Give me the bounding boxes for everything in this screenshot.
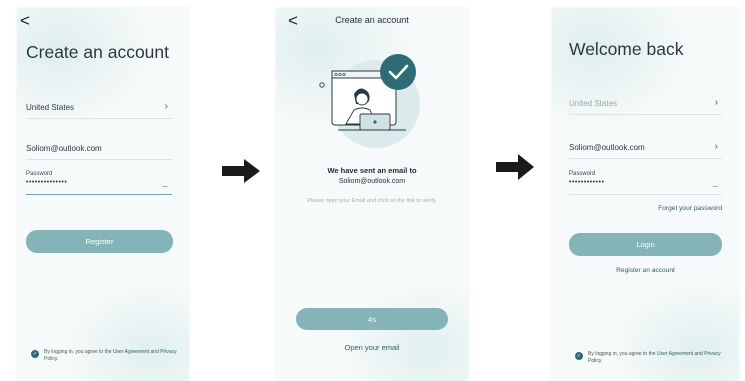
email-field[interactable]: Soliom@outlook.com › (569, 134, 722, 159)
eye-closed-icon[interactable]: ⌣ (162, 181, 168, 192)
login-button[interactable]: Login (569, 233, 722, 256)
password-field[interactable]: Password •••••••••••••• ⌣ (26, 167, 172, 195)
agreement-notice: ✓ By logging in, you agree to the User A… (575, 351, 721, 364)
email-sent-screen: < Create an account We have sent an emai… (276, 8, 468, 381)
check-icon[interactable]: ✓ (31, 350, 39, 358)
eye-closed-icon[interactable]: ⌣ (712, 181, 718, 192)
email-value: Soliom@outlook.com (569, 143, 645, 152)
back-arrow-icon[interactable]: < (20, 12, 30, 29)
email-field[interactable]: Soliom@outlook.com (26, 135, 172, 160)
password-label: Password (26, 171, 53, 177)
open-email-link[interactable]: Open your email (276, 343, 468, 352)
password-value: •••••••••••• (569, 179, 605, 186)
email-sent-illustration (319, 54, 420, 148)
chevron-right-icon: › (714, 141, 718, 152)
user-agreement-link[interactable]: User Agreement (113, 349, 149, 355)
country-value: United States (569, 99, 618, 108)
flow-arrow-icon (496, 154, 534, 180)
email-value: Soliom@outlook.com (26, 144, 102, 153)
flow-arrow-icon (222, 159, 260, 183)
create-account-screen: < Create an account United States › Soli… (17, 8, 189, 381)
sent-email: Soliom@outlook.com (338, 178, 406, 185)
page-title: Create an account (26, 42, 170, 62)
verify-hint: Please open your Email and click on the … (307, 198, 437, 204)
login-screen: Welcome back United States › Soliom@outl… (552, 8, 739, 381)
register-account-link[interactable]: Register an account (552, 267, 739, 274)
chevron-right-icon: › (714, 97, 718, 108)
password-field[interactable]: Password •••••••••••• ⌣ (569, 168, 722, 195)
password-value: •••••••••••••• (26, 179, 68, 186)
forgot-password-link[interactable]: Forget your password (658, 205, 722, 212)
password-label: Password (569, 171, 596, 177)
check-icon[interactable]: ✓ (575, 352, 583, 360)
register-button[interactable]: Register (26, 230, 173, 253)
page-title: Welcome back (569, 39, 684, 59)
user-agreement-link[interactable]: User Agreement (657, 351, 693, 357)
country-select[interactable]: United States › (569, 90, 722, 115)
sent-message: We have sent an email to (327, 166, 417, 175)
countdown-button[interactable]: 4s (296, 308, 448, 330)
agreement-notice: ✓ By logging in, you agree to the User A… (31, 349, 177, 362)
header-title: Create an account (335, 15, 409, 25)
chevron-right-icon: › (164, 101, 168, 112)
country-value: United States (26, 103, 75, 112)
country-select[interactable]: United States › (26, 94, 172, 119)
